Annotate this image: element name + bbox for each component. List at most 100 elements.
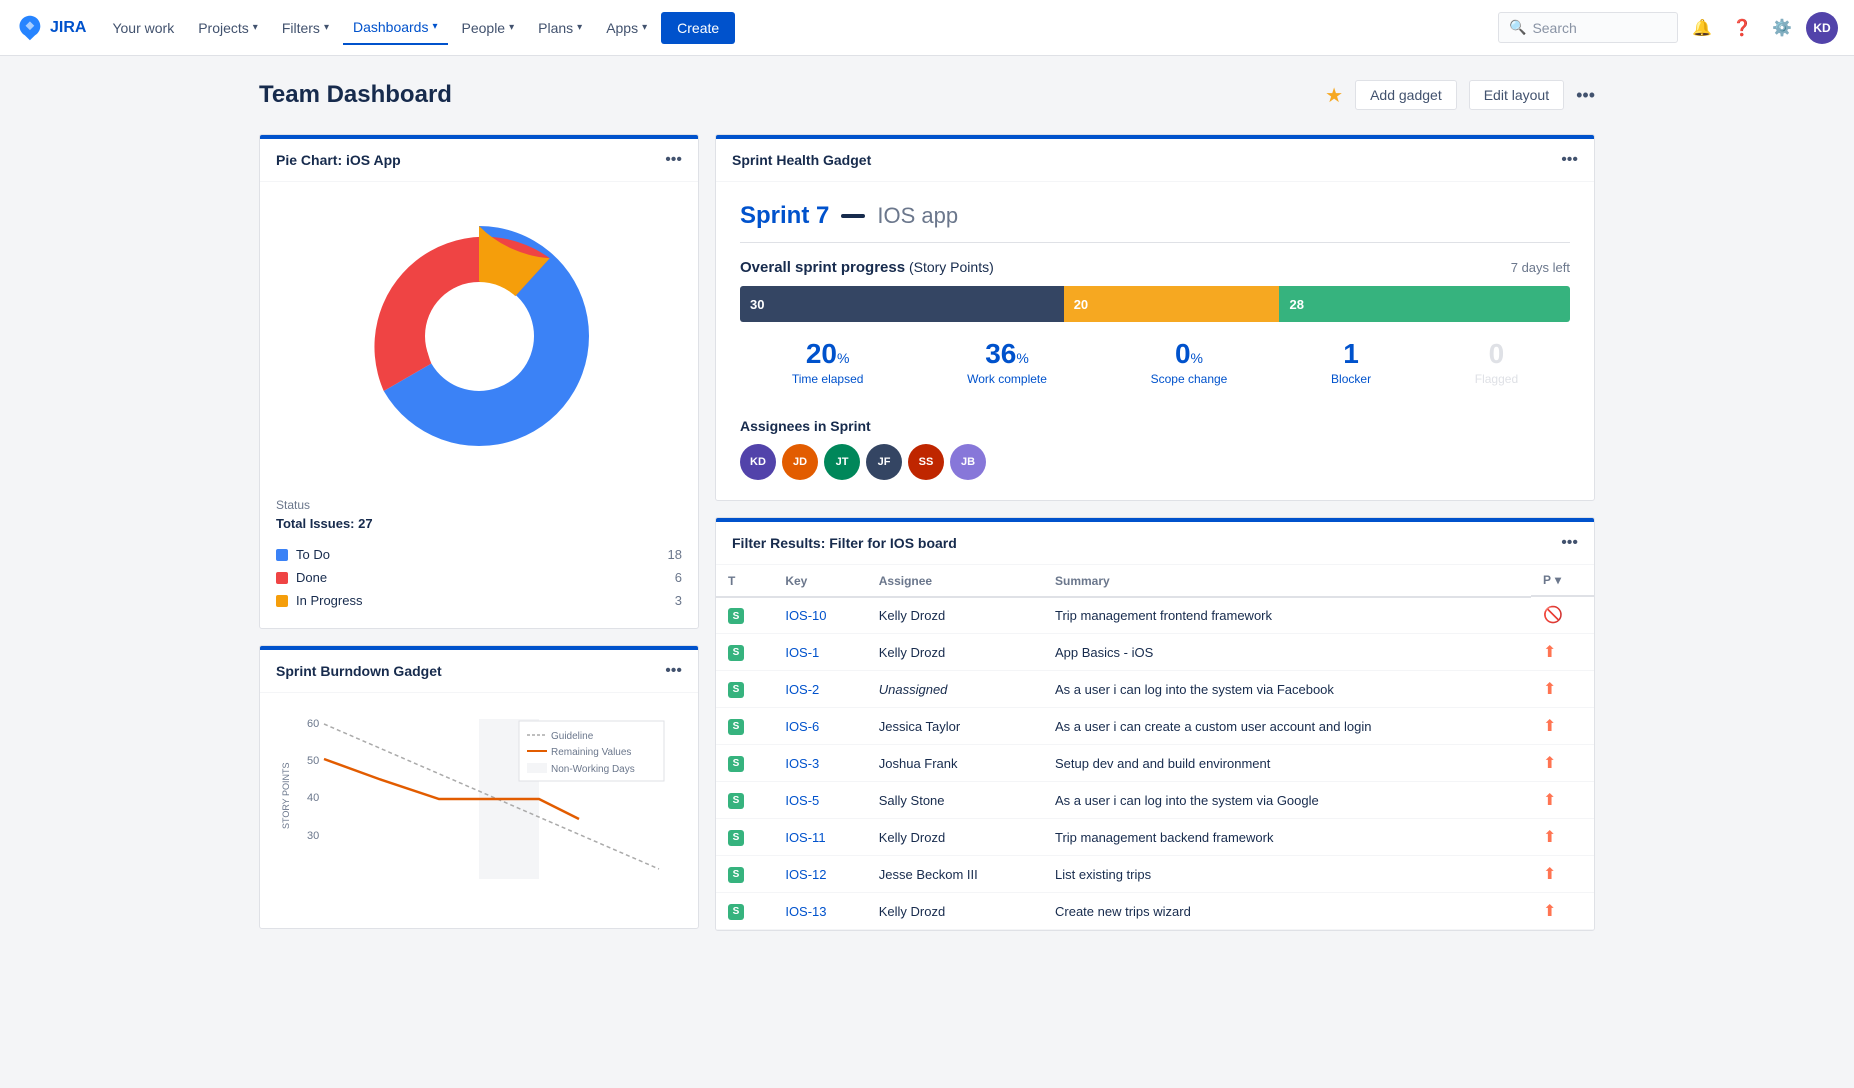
issue-key-link[interactable]: IOS-10 [785,608,826,623]
sprint-health-more-button[interactable]: ••• [1561,151,1578,169]
legend-inprogress: In Progress 3 [276,589,682,612]
cell-key[interactable]: IOS-5 [773,782,866,819]
burndown-header: Sprint Burndown Gadget ••• [260,650,698,693]
issue-key-link[interactable]: IOS-2 [785,682,819,697]
legend-todo: To Do 18 [276,543,682,566]
svg-text:Non-Working Days: Non-Working Days [551,764,635,775]
stat-time-value: 20% [792,338,864,370]
cell-assignee: Joshua Frank [867,745,1043,782]
burndown-gadget: Sprint Burndown Gadget ••• 60 50 40 30 S… [259,645,699,929]
settings-button[interactable]: ⚙️ [1766,12,1798,44]
done-color-dot [276,572,288,584]
cell-key[interactable]: IOS-6 [773,708,866,745]
help-button[interactable]: ❓ [1726,12,1758,44]
issue-key-link[interactable]: IOS-3 [785,756,819,771]
filter-more-button[interactable]: ••• [1561,534,1578,552]
issue-key-link[interactable]: IOS-13 [785,904,826,919]
stat-work-label: Work complete [967,372,1047,386]
nav-right: 🔍 Search 🔔 ❓ ⚙️ KD [1498,12,1838,44]
priority-icon: ⬆ [1543,829,1556,846]
cell-key[interactable]: IOS-11 [773,819,866,856]
notifications-button[interactable]: 🔔 [1686,12,1718,44]
priority-icon: ⬆ [1543,903,1556,920]
issue-key-link[interactable]: IOS-1 [785,645,819,660]
cell-key[interactable]: IOS-13 [773,893,866,930]
issue-type-icon: S [728,793,744,809]
nav-apps[interactable]: Apps ▾ [596,12,657,44]
col-priority[interactable]: P ▾ [1531,565,1594,597]
stat-time-label: Time elapsed [792,372,864,386]
assignee-avatar-4[interactable]: JF [866,444,902,480]
priority-icon: ⬆ [1543,792,1556,809]
filter-table: T Key Assignee Summary P ▾ S IOS-10 Kel [716,565,1594,930]
progress-seg-green: 28 [1279,286,1570,322]
plans-chevron: ▾ [577,22,582,33]
issue-key-link[interactable]: IOS-11 [785,830,825,845]
pie-chart-legend: Status Total Issues: 27 To Do 18 [260,498,698,628]
favorite-star-icon[interactable]: ★ [1325,83,1343,108]
create-button[interactable]: Create [661,12,735,44]
pie-chart-svg [339,206,619,466]
people-chevron: ▾ [509,22,514,33]
nav-people[interactable]: People ▾ [452,12,525,44]
cell-type: S [716,893,773,930]
col-assignee: Assignee [867,565,1043,597]
pie-chart-more-button[interactable]: ••• [665,151,682,169]
sprint-progress-title: Overall sprint progress (Story Points) [740,259,994,276]
edit-layout-button[interactable]: Edit layout [1469,80,1564,110]
stat-work-complete[interactable]: 36% Work complete [967,338,1047,386]
stat-scope-change[interactable]: 0% Scope change [1151,338,1228,386]
assignee-avatar-5[interactable]: SS [908,444,944,480]
nav-items: Your work Projects ▾ Filters ▾ Dashboard… [102,11,1498,45]
add-gadget-button[interactable]: Add gadget [1355,80,1457,110]
filter-table-body: S IOS-10 Kelly Drozd Trip management fro… [716,597,1594,930]
cell-assignee: Kelly Drozd [867,819,1043,856]
search-bar[interactable]: 🔍 Search [1498,12,1678,43]
nav-dashboards[interactable]: Dashboards ▾ [343,11,448,45]
navbar: JIRA Your work Projects ▾ Filters ▾ Dash… [0,0,1854,56]
cell-assignee-name: Jesse Beckom III [879,867,978,882]
cell-type: S [716,856,773,893]
pie-chart-body [260,182,698,498]
priority-icon: ⬆ [1543,681,1556,698]
nav-projects[interactable]: Projects ▾ [188,12,268,44]
cell-key[interactable]: IOS-10 [773,597,866,634]
right-column: Sprint Health Gadget ••• Sprint 7 IOS ap… [715,134,1595,931]
assignee-avatar-1[interactable]: KD [740,444,776,480]
assignee-avatar-2[interactable]: JD [782,444,818,480]
nav-filters[interactable]: Filters ▾ [272,12,339,44]
cell-type: S [716,671,773,708]
filter-table-header-row: T Key Assignee Summary P ▾ [716,565,1594,597]
cell-key[interactable]: IOS-1 [773,634,866,671]
priority-icon: ⬆ [1543,866,1556,883]
issue-key-link[interactable]: IOS-5 [785,793,819,808]
issue-key-link[interactable]: IOS-6 [785,719,819,734]
user-avatar[interactable]: KD [1806,12,1838,44]
stat-time-elapsed[interactable]: 20% Time elapsed [792,338,864,386]
cell-summary: Trip management backend framework [1043,819,1531,856]
total-issues: Total Issues: 27 [276,516,682,531]
stat-blocker-label: Blocker [1331,372,1371,386]
cell-key[interactable]: IOS-12 [773,856,866,893]
burndown-more-button[interactable]: ••• [665,662,682,680]
status-label: Status [276,498,682,512]
cell-key[interactable]: IOS-2 [773,671,866,708]
logo[interactable]: JIRA [16,14,86,42]
dashboards-chevron: ▾ [432,21,437,32]
todo-label: To Do [296,547,330,562]
stat-blocker[interactable]: 1 Blocker [1331,338,1371,386]
issue-key-link[interactable]: IOS-12 [785,867,826,882]
stat-flagged[interactable]: 0 Flagged [1475,338,1518,386]
todo-count: 18 [668,547,682,562]
issue-type-icon: S [728,645,744,661]
assignee-avatar-6[interactable]: JB [950,444,986,480]
page-more-button[interactable]: ••• [1576,85,1595,106]
nav-your-work[interactable]: Your work [102,12,184,44]
table-row: S IOS-12 Jesse Beckom III List existing … [716,856,1594,893]
cell-priority: ⬆ [1531,634,1594,671]
assignee-avatar-3[interactable]: JT [824,444,860,480]
issue-type-icon: S [728,608,744,624]
cell-key[interactable]: IOS-3 [773,745,866,782]
nav-plans[interactable]: Plans ▾ [528,12,592,44]
pie-chart-header: Pie Chart: iOS App ••• [260,139,698,182]
